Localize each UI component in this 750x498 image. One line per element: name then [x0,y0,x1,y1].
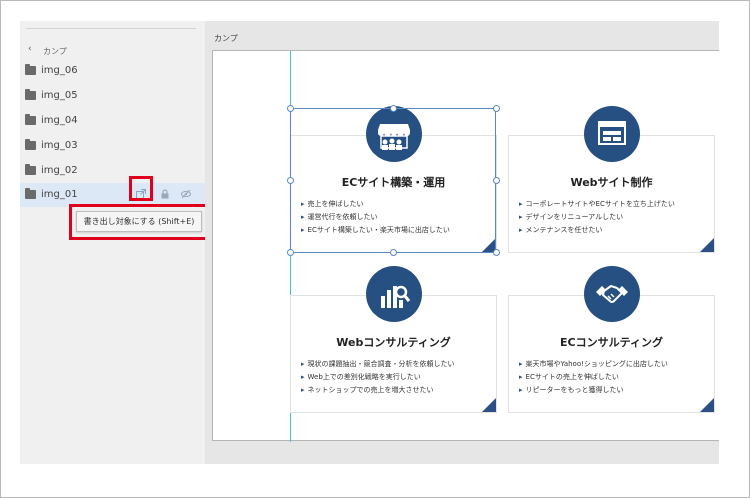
folder-icon [25,64,36,75]
layer-row[interactable]: img_04 [20,109,205,133]
card-title: ECコンサルティング [560,336,663,349]
list-item: リピーターをもっと獲得したい [519,384,668,397]
corner-triangle [700,398,714,412]
layer-name: img_01 [41,189,78,200]
card-title: Webサイト制作 [570,176,653,189]
card-title: Webコンサルティング [336,336,451,349]
folder-icon [25,139,36,150]
layer-row[interactable]: img_02 [20,159,205,183]
folder-icon [25,89,36,100]
corner-triangle [700,238,714,252]
export-tooltip: 書き出し対象にする (Shift+E) [76,211,202,232]
resize-handle[interactable] [390,249,397,256]
service-card[interactable]: ECコンサルティング 楽天市場やYahoo!ショッピングに出店したい ECサイト… [508,266,715,413]
lock-icon[interactable] [158,188,172,202]
resize-handle[interactable] [287,249,294,256]
card-bullets: 現状の課題抽出・競合調査・分析を依頼したい Web上での差別化戦略を実行したい … [301,358,455,397]
chevron-left-icon: ‹ [28,44,32,54]
resize-handle[interactable] [493,105,500,112]
layer-name: img_05 [41,90,78,101]
layer-row[interactable]: img_06 [20,59,205,83]
layer-name: img_04 [41,115,78,126]
list-item: Web上での差別化戦略を実行したい [301,371,455,384]
service-card[interactable]: Webコンサルティング 現状の課題抽出・競合調査・分析を依頼したい Web上での… [290,266,497,413]
list-item: ECサイトの売上を伸ばしたい [519,371,668,384]
card-bullets: 楽天市場やYahoo!ショッピングに出店したい ECサイトの売上を伸ばしたい リ… [519,358,668,397]
layer-row[interactable]: img_03 [20,134,205,158]
browser-window-icon [584,106,640,162]
tooltip-highlight-box: 書き出し対象にする (Shift+E) [69,204,210,240]
parent-layer-label: カンプ [43,47,67,56]
layer-panel: ‹ カンプ img_06 img_05 img_04 img_03 img_02… [20,21,210,464]
artboard-area: カンプ ECサイト構築・運用 売上を伸ばしたい 運営代行を依頼 [205,21,719,464]
folder-icon [25,114,36,125]
list-item: ネットショップでの売上を増大させたい [301,384,455,397]
back-to-parent[interactable]: ‹ カンプ [20,43,205,59]
list-item: 現状の課題抽出・競合調査・分析を依頼したい [301,358,455,371]
app-frame: ‹ カンプ img_06 img_05 img_04 img_03 img_02… [0,0,750,498]
layer-name: img_02 [41,165,78,176]
panel-divider [26,28,196,29]
artboard-canvas[interactable]: ECサイト構築・運用 売上を伸ばしたい 運営代行を依頼したい ECサイト構築した… [212,50,719,442]
list-item: コーポレートサイトやECサイトを立ち上げたい [519,198,675,211]
layer-name: img_06 [41,65,78,76]
resize-handle[interactable] [493,249,500,256]
resize-handle[interactable] [390,105,397,112]
handshake-icon [584,266,640,322]
list-item: デザインをリニューアルしたい [519,211,675,224]
selection-box [290,108,496,253]
artboard-title: カンプ [214,34,238,43]
card-bullets: コーポレートサイトやECサイトを立ち上げたい デザインをリニューアルしたい メン… [519,198,675,237]
chart-magnifier-icon [366,266,422,322]
resize-handle[interactable] [493,177,500,184]
export-highlight-box [129,176,153,201]
folder-icon [25,164,36,175]
layer-name: img_03 [41,140,78,151]
layer-row[interactable]: img_05 [20,84,205,108]
resize-handle[interactable] [287,177,294,184]
resize-handle[interactable] [287,105,294,112]
list-item: メンテナンスを任せたい [519,224,675,237]
service-card[interactable]: Webサイト制作 コーポレートサイトやECサイトを立ち上げたい デザインをリニュ… [508,106,715,253]
list-item: 楽天市場やYahoo!ショッピングに出店したい [519,358,668,371]
visibility-icon[interactable] [179,188,193,202]
corner-triangle [482,398,496,412]
folder-icon [25,188,36,199]
